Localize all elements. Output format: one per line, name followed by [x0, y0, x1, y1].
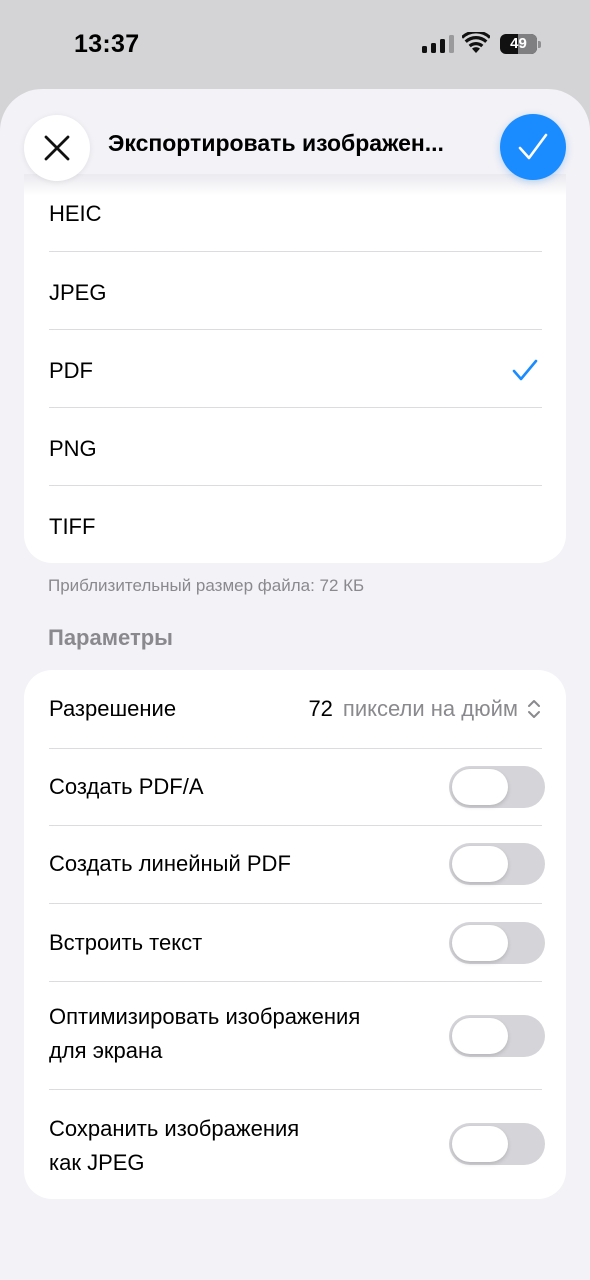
- selected-checkmark-icon: [512, 359, 538, 381]
- parameters-header: Параметры: [48, 625, 173, 650]
- chevron-up-down-icon: [528, 700, 540, 718]
- resolution-picker[interactable]: 72 пиксели на дюйм: [308, 693, 542, 725]
- toggle-row-optimize: Оптимизировать изображения для экрана: [49, 982, 545, 1090]
- checkmark-icon: [518, 133, 548, 160]
- embed-text-toggle[interactable]: [449, 922, 545, 964]
- wifi-icon: [461, 30, 491, 54]
- format-option-png[interactable]: PNG: [49, 408, 542, 486]
- toggle-label-line1: Сохранить изображения: [49, 1116, 300, 1141]
- resolution-value: 72: [308, 696, 333, 721]
- close-button[interactable]: [24, 115, 90, 181]
- toggle-row-save-jpeg: Сохранить изображения как JPEG: [49, 1090, 545, 1199]
- format-label: JPEG: [49, 280, 107, 305]
- toggle-label: Создать PDF/A: [49, 774, 204, 799]
- file-size-hint: Приблизительный размер файла: 72 КБ: [48, 576, 365, 595]
- format-label: HEIC: [49, 201, 102, 226]
- optimize-images-toggle[interactable]: [449, 1015, 545, 1057]
- resolution-unit: пиксели на дюйм: [342, 696, 518, 721]
- format-label: TIFF: [49, 514, 96, 539]
- status-bar: 13:37 49: [0, 0, 590, 88]
- toggle-label-line1: Оптимизировать изображения: [49, 1004, 361, 1029]
- toggle-label-line2: для экрана: [49, 1038, 163, 1063]
- status-time: 13:37: [74, 30, 140, 58]
- close-icon: [44, 135, 70, 161]
- scroll-fade: [24, 174, 566, 196]
- toggle-label: Встроить текст: [49, 930, 203, 955]
- toggle-label-line2: как JPEG: [49, 1150, 145, 1175]
- parameters-list: Разрешение 72 пиксели на дюйм Создать PD…: [24, 670, 566, 1199]
- pdfa-toggle[interactable]: [449, 766, 545, 808]
- resolution-label: Разрешение: [49, 696, 177, 721]
- format-option-pdf[interactable]: PDF: [49, 330, 542, 408]
- toggle-row-pdfa: Создать PDF/A: [49, 749, 545, 826]
- resolution-row[interactable]: Разрешение 72 пиксели на дюйм: [49, 670, 542, 749]
- format-option-tiff[interactable]: TIFF: [49, 486, 542, 563]
- confirm-button[interactable]: [500, 114, 566, 180]
- battery-icon: 49: [500, 34, 542, 54]
- battery-level: 49: [510, 35, 527, 52]
- toggle-row-embed-text: Встроить текст: [49, 904, 545, 982]
- format-label: PDF: [49, 358, 93, 383]
- format-label: PNG: [49, 436, 97, 461]
- toggle-label: Создать линейный PDF: [49, 851, 291, 876]
- cellular-signal-icon: [422, 35, 454, 53]
- linear-pdf-toggle[interactable]: [449, 843, 545, 885]
- format-list: HEIC JPEG PDF PNG TIFF: [24, 174, 566, 563]
- sheet-title: Экспортировать изображен...: [108, 130, 444, 156]
- format-option-jpeg[interactable]: JPEG: [49, 252, 542, 330]
- save-jpeg-toggle[interactable]: [449, 1123, 545, 1165]
- toggle-row-linear-pdf: Создать линейный PDF: [49, 826, 545, 904]
